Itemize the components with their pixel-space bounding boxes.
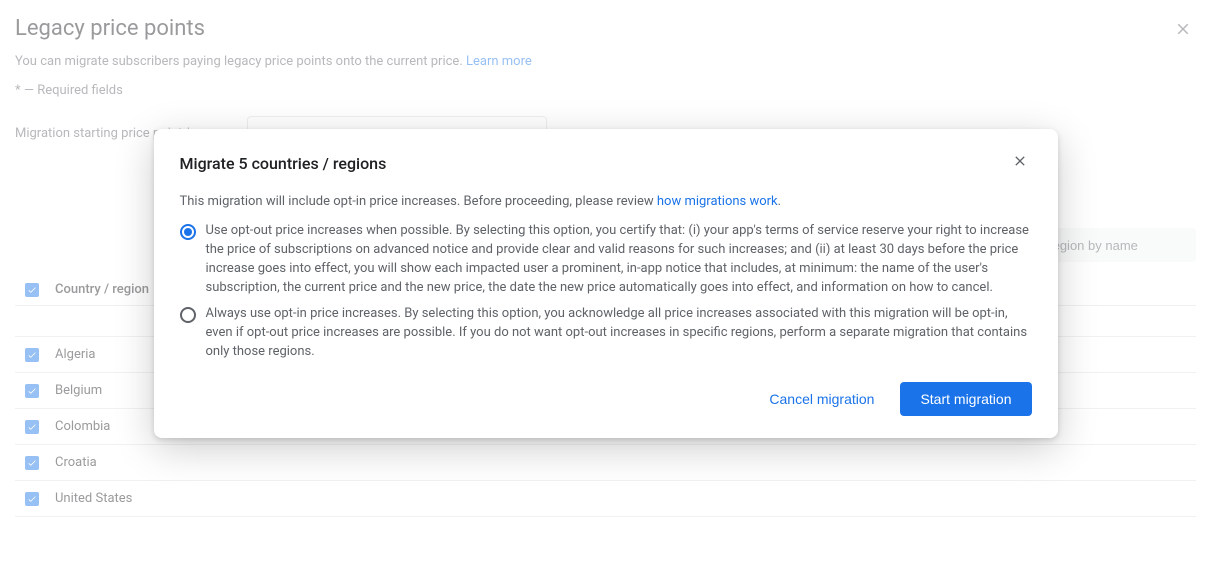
intro-suffix: . xyxy=(778,194,781,209)
dialog-intro: This migration will include opt-in price… xyxy=(180,193,1032,212)
dialog-title: Migrate 5 countries / regions xyxy=(180,154,387,173)
modal-overlay: Migrate 5 countries / regions This migra… xyxy=(0,0,1211,567)
opt-in-radio[interactable] xyxy=(180,307,196,323)
cancel-button[interactable]: Cancel migration xyxy=(755,382,888,416)
how-migrations-work-link[interactable]: how migrations work xyxy=(657,194,778,209)
opt-out-radio[interactable] xyxy=(180,224,196,240)
migrate-dialog: Migrate 5 countries / regions This migra… xyxy=(154,129,1058,438)
opt-in-label: Always use opt-in price increases. By se… xyxy=(206,305,1032,362)
intro-prefix: This migration will include opt-in price… xyxy=(180,194,657,209)
close-icon[interactable] xyxy=(1008,149,1032,177)
opt-out-label: Use opt-out price increases when possibl… xyxy=(206,222,1032,297)
start-migration-button[interactable]: Start migration xyxy=(900,382,1031,416)
